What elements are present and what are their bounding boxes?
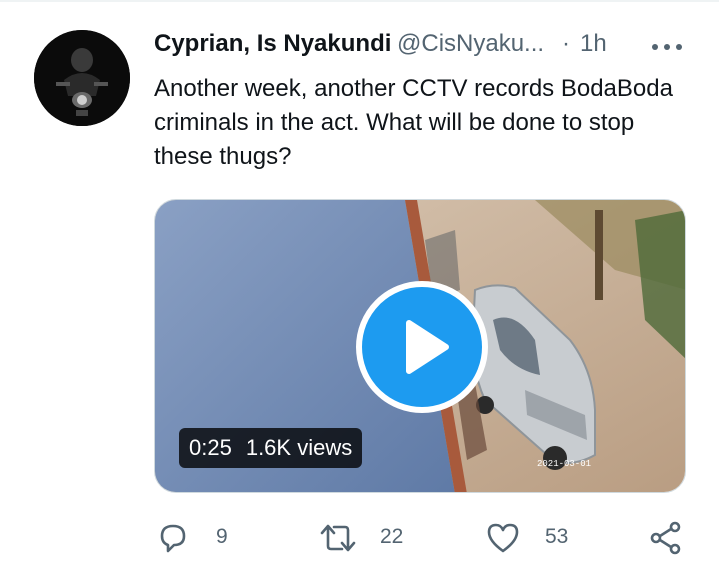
more-options-icon[interactable] bbox=[652, 42, 684, 54]
author-avatar[interactable] bbox=[34, 30, 130, 126]
author-handle[interactable]: @CisNyaku... bbox=[397, 30, 544, 58]
heart-icon bbox=[487, 523, 519, 553]
retweet-count: 22 bbox=[380, 525, 404, 548]
tweet-timestamp[interactable]: 1h bbox=[580, 30, 607, 58]
video-view-count: 1.6K views bbox=[245, 435, 353, 460]
separator-dot: · bbox=[562, 30, 570, 57]
play-icon bbox=[406, 320, 449, 374]
play-button[interactable] bbox=[356, 281, 488, 413]
avatar-image bbox=[34, 30, 130, 126]
video-info-badge: 0:25 1.6K views bbox=[179, 428, 363, 468]
video-duration: 0:25 bbox=[189, 435, 232, 460]
reply-button[interactable]: 9 bbox=[156, 516, 236, 560]
like-button[interactable]: 53 bbox=[485, 516, 575, 560]
reply-count: 9 bbox=[216, 525, 228, 548]
retweet-button[interactable]: 22 bbox=[318, 516, 410, 560]
tweet-actions-bar: 9 22 53 bbox=[0, 516, 719, 560]
reply-icon bbox=[160, 524, 186, 553]
video-player[interactable]: 2021-03-01 0:25 1.6K views bbox=[154, 199, 686, 493]
author-name[interactable]: Cyprian, Is Nyakundi bbox=[154, 30, 391, 58]
like-count: 53 bbox=[545, 525, 569, 548]
tweet-text: Another week, another CCTV records BodaB… bbox=[154, 75, 673, 170]
thumbnail-date-stamp: 2021-03-01 bbox=[537, 459, 591, 469]
tweet-header: Cyprian, Is Nyakundi @CisNyaku... · 1h bbox=[154, 30, 694, 62]
retweet-icon bbox=[320, 524, 356, 552]
share-icon bbox=[650, 521, 681, 555]
share-button[interactable] bbox=[648, 516, 688, 560]
top-divider bbox=[0, 0, 719, 2]
